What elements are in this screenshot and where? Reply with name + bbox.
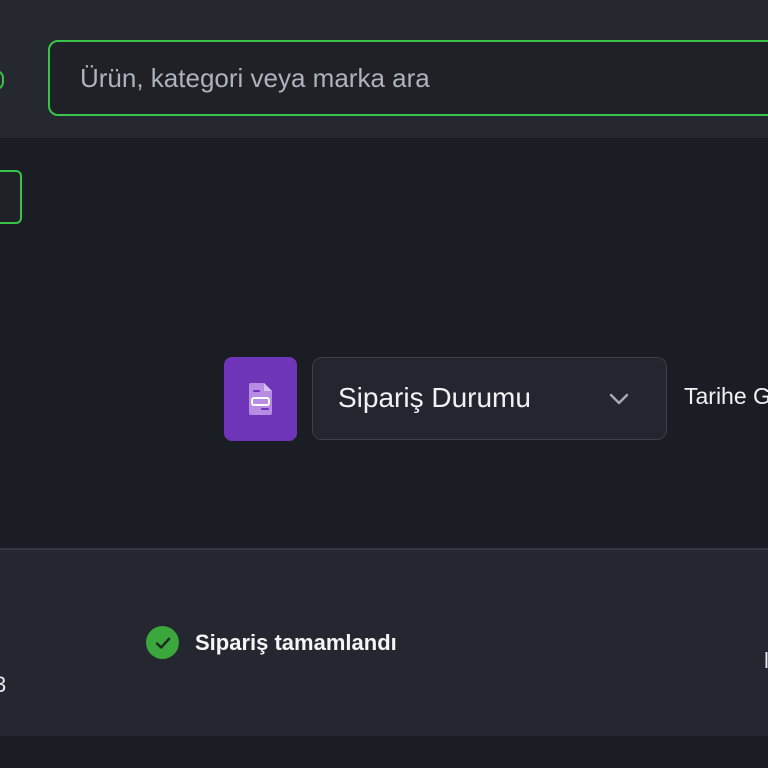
filter-chip-edge[interactable]: [0, 170, 22, 224]
order-edge-text-right: l: [764, 648, 768, 673]
order-status-select[interactable]: Sipariş Durumu: [312, 357, 667, 440]
check-circle-icon: [146, 626, 179, 659]
order-status: Sipariş tamamlandı: [146, 626, 397, 659]
order-edge-text-left: 3: [0, 672, 6, 698]
search-input[interactable]: [80, 42, 760, 114]
sort-by-date-label[interactable]: Tarihe G: [684, 383, 768, 410]
top-bar: [0, 0, 768, 138]
document-filter-icon[interactable]: [224, 357, 297, 441]
bottom-strip: [0, 736, 768, 768]
order-status-label: Sipariş tamamlandı: [195, 629, 397, 655]
order-status-select-label: Sipariş Durumu: [338, 382, 531, 413]
search-box[interactable]: [48, 40, 768, 116]
menu-edge-icon[interactable]: [0, 70, 4, 90]
chevron-down-icon: [609, 393, 629, 405]
document-icon: [248, 383, 272, 415]
